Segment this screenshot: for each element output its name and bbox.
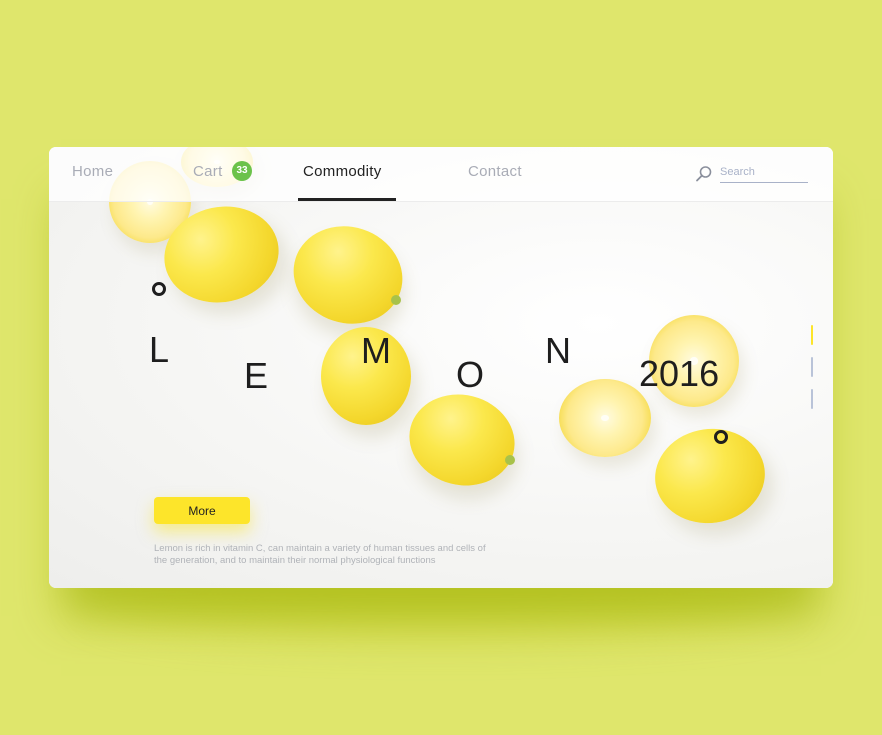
slide-indicator-2[interactable] [811, 357, 813, 377]
title-letter-o: O [456, 354, 485, 395]
nav-contact[interactable]: Contact [468, 163, 522, 180]
title-year: 2016 [639, 353, 720, 394]
slide-indicator-1[interactable] [811, 325, 813, 345]
nav-cart[interactable]: Cart [193, 163, 223, 180]
description-line: Lemon is rich in vitamin C, can maintain… [154, 543, 486, 554]
cart-count-badge: 33 [232, 161, 252, 181]
title-letter-m: M [361, 330, 391, 371]
lemon-half [559, 379, 651, 457]
lemon-card: Home Cart 33 Commodity Contact L E M O N… [49, 147, 833, 588]
search-icon[interactable] [695, 165, 713, 183]
description-line: the generation, and to maintain their no… [154, 555, 436, 566]
top-nav: Home Cart 33 Commodity Contact [49, 147, 833, 202]
more-button[interactable]: More [154, 497, 250, 524]
active-tab-underline [298, 198, 396, 201]
title-letter-e: E [244, 355, 269, 396]
slide-indicator-3[interactable] [811, 389, 813, 409]
title-letter-n: N [545, 330, 571, 371]
nav-commodity[interactable]: Commodity [303, 163, 382, 180]
title-letter-l: L [149, 329, 170, 370]
decor-ring [714, 430, 728, 444]
search-input[interactable] [720, 162, 808, 183]
description: Lemon is rich in vitamin C, can maintain… [154, 543, 574, 567]
lemon-stem [505, 455, 515, 465]
lemon-stem [391, 295, 401, 305]
nav-home[interactable]: Home [72, 163, 113, 180]
decor-ring [152, 282, 166, 296]
